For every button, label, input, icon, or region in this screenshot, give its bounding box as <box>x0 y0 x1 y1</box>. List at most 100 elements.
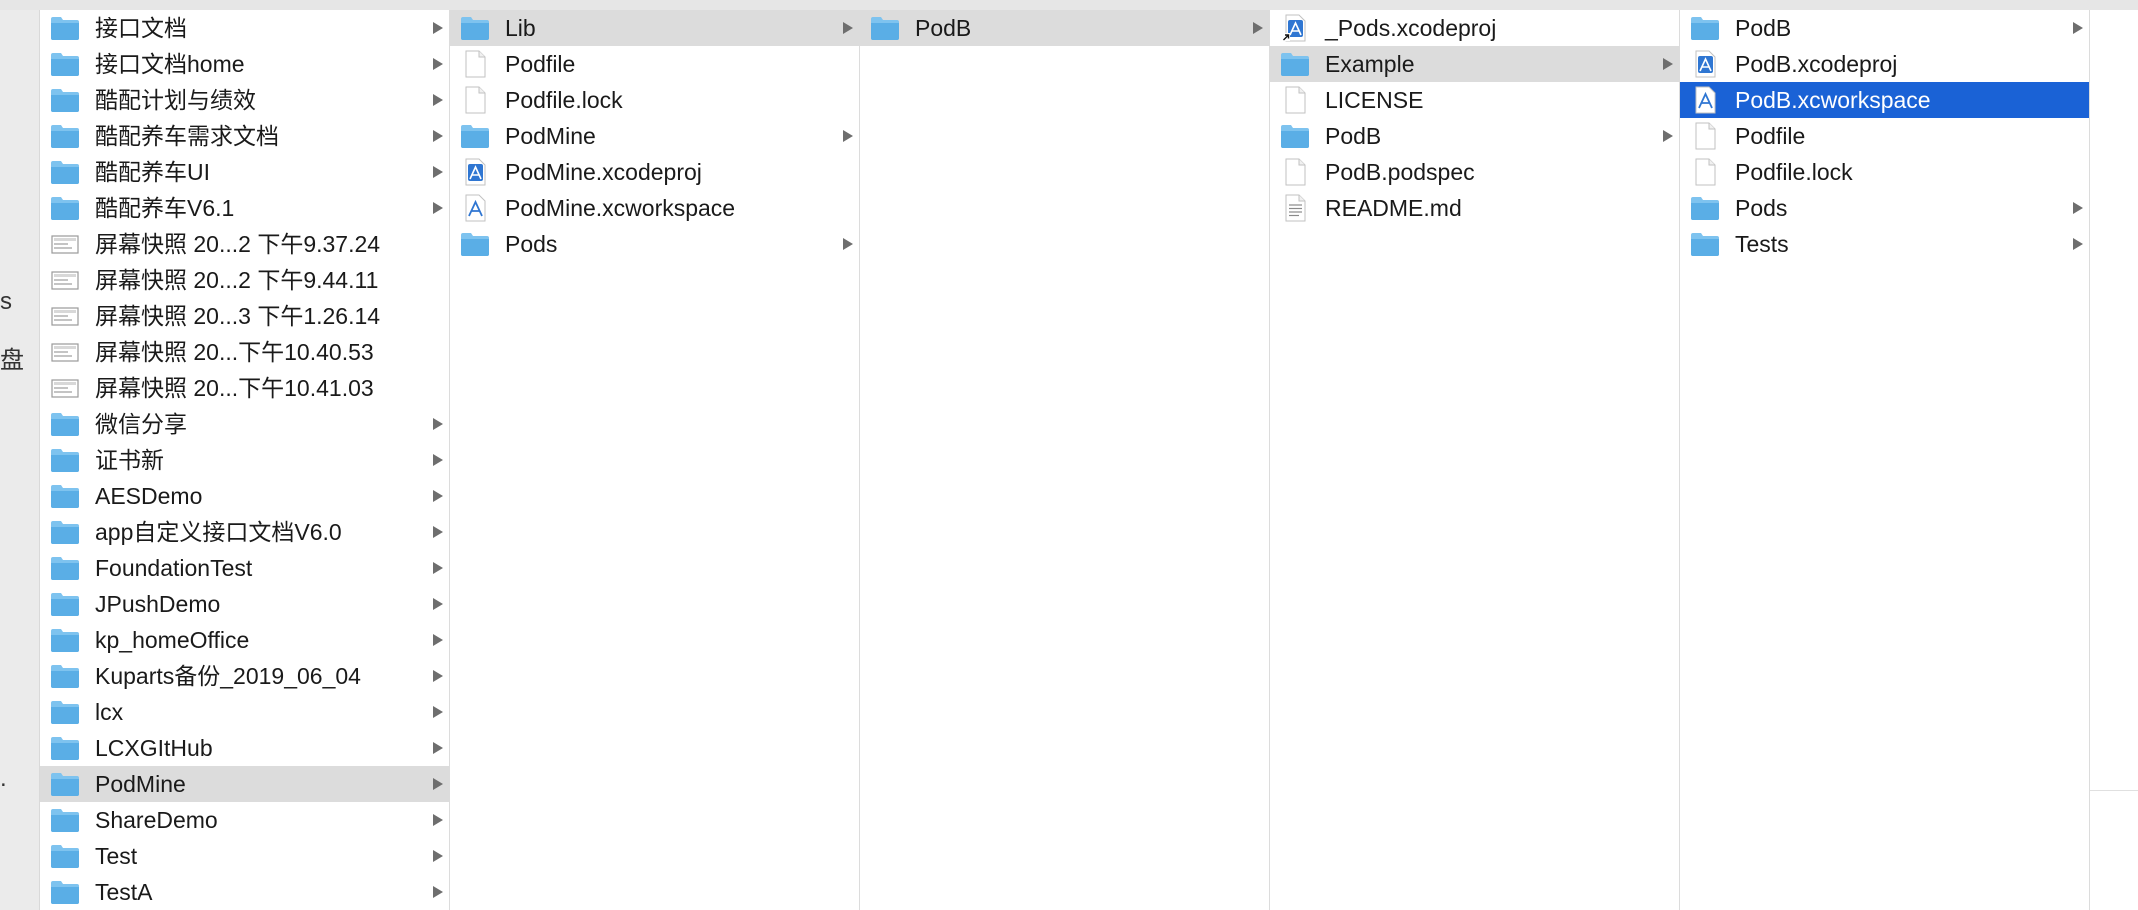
file-row[interactable]: PodB.xcworkspace <box>1680 82 2089 118</box>
sidebar-fragment[interactable]: . <box>0 765 7 793</box>
file-row[interactable]: FoundationTest <box>40 550 449 586</box>
disclosure-arrow-icon <box>433 814 443 826</box>
file-name: FoundationTest <box>95 555 253 581</box>
folder-icon <box>50 698 80 726</box>
file-row[interactable]: lcx <box>40 694 449 730</box>
xcode-project-icon <box>460 158 490 186</box>
file-row[interactable]: 酷配养车V6.1 <box>40 190 449 226</box>
file-row[interactable]: Podfile.lock <box>1680 154 2089 190</box>
file-row[interactable]: 酷配计划与绩效 <box>40 82 449 118</box>
file-row[interactable]: PodMine <box>450 118 859 154</box>
disclosure-arrow-icon <box>843 130 853 142</box>
file-name: Test <box>95 843 138 869</box>
disclosure-arrow-icon <box>433 166 443 178</box>
disclosure-arrow-icon <box>433 670 443 682</box>
folder-icon <box>50 806 80 834</box>
disclosure-arrow-icon <box>433 598 443 610</box>
sidebar-fragment[interactable]: s <box>0 288 12 316</box>
folder-icon <box>50 122 80 150</box>
disclosure-arrow-icon <box>2073 238 2083 250</box>
file-row[interactable]: Podfile <box>450 46 859 82</box>
file-row[interactable]: 接口文档 <box>40 10 449 46</box>
file-name: 屏幕快照 20...2 下午9.37.24 <box>95 231 381 257</box>
file-row[interactable]: LCXGItHub <box>40 730 449 766</box>
file-row[interactable]: LICENSE <box>1270 82 1679 118</box>
file-name: PodMine <box>505 123 596 149</box>
file-row[interactable]: 接口文档home <box>40 46 449 82</box>
file-name: _Pods.xcodeproj <box>1325 15 1497 41</box>
file-row[interactable]: PodMine.xcodeproj <box>450 154 859 190</box>
folder-icon <box>1690 14 1720 42</box>
file-name: PodB.xcodeproj <box>1735 51 1898 77</box>
browser-column-1[interactable]: 接口文档 接口文档home 酷配计划与绩效 酷配养车需求文档 酷配养车UI 酷配养车V6.… <box>40 10 450 910</box>
browser-column-5[interactable]: PodB PodB.xcodeproj PodB.xcworkspace Podfil… <box>1680 10 2090 910</box>
document-icon <box>1280 158 1310 186</box>
file-row[interactable]: 证书新 <box>40 442 449 478</box>
folder-icon <box>1690 194 1720 222</box>
file-row[interactable]: README.md <box>1270 190 1679 226</box>
file-name: PodMine.xcodeproj <box>505 159 702 185</box>
folder-icon <box>50 14 80 42</box>
folder-icon <box>50 50 80 78</box>
file-name: PodMine <box>95 771 186 797</box>
file-row[interactable]: 屏幕快照 20...3 下午1.26.14 <box>40 298 449 334</box>
file-row[interactable]: PodB <box>1680 10 2089 46</box>
file-row[interactable]: kp_homeOffice <box>40 622 449 658</box>
disclosure-arrow-icon <box>433 130 443 142</box>
folder-icon <box>50 86 80 114</box>
file-row[interactable]: PodB <box>1270 118 1679 154</box>
file-row[interactable]: PodB <box>860 10 1269 46</box>
file-row[interactable]: Example <box>1270 46 1679 82</box>
file-row[interactable]: Pods <box>450 226 859 262</box>
file-name: 屏幕快照 20...下午10.41.03 <box>95 375 374 401</box>
folder-icon <box>1280 50 1310 78</box>
file-row[interactable]: ShareDemo <box>40 802 449 838</box>
file-row[interactable]: 微信分享 <box>40 406 449 442</box>
file-row[interactable]: 屏幕快照 20...2 下午9.44.11 <box>40 262 449 298</box>
file-row[interactable]: Podfile.lock <box>450 82 859 118</box>
screenshot-image-icon <box>50 266 80 294</box>
screenshot-image-icon <box>50 230 80 258</box>
screenshot-image-icon <box>50 374 80 402</box>
disclosure-arrow-icon <box>433 706 443 718</box>
file-row[interactable]: PodMine <box>40 766 449 802</box>
file-row[interactable]: Podfile <box>1680 118 2089 154</box>
browser-column-3[interactable]: PodB <box>860 10 1270 910</box>
folder-icon <box>50 518 80 546</box>
file-row[interactable]: PodMine.xcworkspace <box>450 190 859 226</box>
folder-icon <box>50 662 80 690</box>
file-name: LCXGItHub <box>95 735 213 761</box>
file-row[interactable]: _Pods.xcodeproj <box>1270 10 1679 46</box>
file-row[interactable]: 屏幕快照 20...下午10.41.03 <box>40 370 449 406</box>
browser-column-4[interactable]: _Pods.xcodeproj Example LICENSE PodB PodB.po… <box>1270 10 1680 910</box>
file-row[interactable]: PodB.podspec <box>1270 154 1679 190</box>
file-name: PodMine.xcworkspace <box>505 195 736 221</box>
disclosure-arrow-icon <box>433 778 443 790</box>
sidebar-fragment[interactable]: 盘 <box>0 340 24 375</box>
file-name: Podfile.lock <box>505 87 623 113</box>
file-row[interactable]: 酷配养车UI <box>40 154 449 190</box>
file-row[interactable]: Pods <box>1680 190 2089 226</box>
disclosure-arrow-icon <box>2073 202 2083 214</box>
empty-column-area[interactable] <box>2090 10 2138 910</box>
file-name: PodB <box>1735 15 1792 41</box>
file-row[interactable]: Kuparts备份_2019_06_04 <box>40 658 449 694</box>
browser-column-2[interactable]: Lib Podfile Podfile.lock PodMine PodMine.xco… <box>450 10 860 910</box>
file-row[interactable]: Tests <box>1680 226 2089 262</box>
file-row[interactable]: JPushDemo <box>40 586 449 622</box>
file-name: 微信分享 <box>95 411 187 437</box>
file-row[interactable]: 酷配养车需求文档 <box>40 118 449 154</box>
folder-icon <box>460 122 490 150</box>
file-row[interactable]: AESDemo <box>40 478 449 514</box>
file-row[interactable]: PodB.xcodeproj <box>1680 46 2089 82</box>
file-row[interactable]: Lib <box>450 10 859 46</box>
file-row[interactable]: 屏幕快照 20...2 下午9.37.24 <box>40 226 449 262</box>
file-name: Kuparts备份_2019_06_04 <box>95 663 361 689</box>
file-row[interactable]: TestA <box>40 874 449 910</box>
file-row[interactable]: app自定义接口文档V6.0 <box>40 514 449 550</box>
disclosure-arrow-icon <box>433 526 443 538</box>
file-row[interactable]: Test <box>40 838 449 874</box>
disclosure-arrow-icon <box>433 742 443 754</box>
xcode-workspace-icon <box>1690 86 1720 114</box>
file-row[interactable]: 屏幕快照 20...下午10.40.53 <box>40 334 449 370</box>
